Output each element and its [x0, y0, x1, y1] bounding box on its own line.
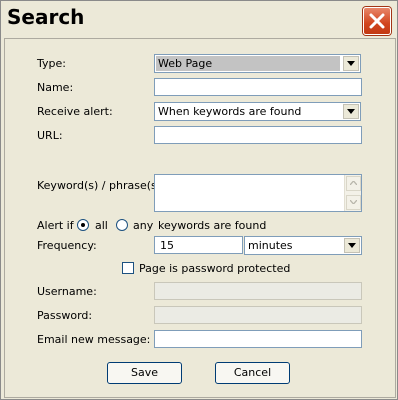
alert-any-label[interactable]: any	[133, 219, 153, 232]
form-panel: Type: Web Page Name: Receive alert: When…	[4, 38, 396, 398]
alert-all-label[interactable]: all	[95, 219, 108, 232]
alert-if-label: Alert if	[37, 219, 74, 232]
username-label: Username:	[37, 285, 97, 298]
cancel-button[interactable]: Cancel	[215, 362, 290, 384]
receive-alert-value: When keywords are found	[158, 105, 302, 118]
username-field	[154, 282, 362, 300]
url-label: URL:	[37, 129, 63, 142]
keywords-label: Keyword(s) / phrase(s):	[37, 179, 165, 192]
name-field[interactable]	[154, 78, 362, 96]
frequency-unit-dropdown-button[interactable]	[344, 238, 360, 253]
alert-suffix-label: keywords are found	[158, 219, 267, 232]
password-protected-label[interactable]: Page is password protected	[139, 262, 290, 275]
chevron-down-icon	[350, 200, 357, 204]
url-field[interactable]	[154, 126, 362, 144]
frequency-label: Frequency:	[37, 239, 97, 252]
frequency-unit-value: minutes	[248, 239, 293, 252]
dialog-title: Search	[7, 5, 85, 29]
scroll-down-button[interactable]	[346, 195, 361, 210]
chevron-down-icon	[347, 109, 355, 114]
email-label: Email new message:	[37, 333, 151, 346]
type-label: Type:	[37, 57, 66, 70]
frequency-input[interactable]: 15	[154, 236, 243, 254]
type-select-value: Web Page	[156, 56, 340, 71]
frequency-unit-select[interactable]: minutes	[244, 236, 362, 255]
receive-alert-dropdown-button[interactable]	[343, 104, 359, 119]
receive-alert-select[interactable]: When keywords are found	[154, 102, 361, 121]
email-field[interactable]	[154, 330, 362, 348]
keywords-scrollbar[interactable]	[344, 175, 361, 211]
save-button[interactable]: Save	[107, 362, 182, 384]
radio-selected-dot	[81, 223, 85, 227]
title-bar[interactable]: Search	[1, 1, 397, 35]
search-dialog: Search Type: Web Page Name: Receive aler…	[0, 0, 398, 400]
password-protected-checkbox[interactable]	[122, 262, 134, 274]
type-dropdown-button[interactable]	[343, 56, 359, 71]
name-label: Name:	[37, 81, 74, 94]
keywords-textarea[interactable]	[154, 174, 362, 212]
alert-any-radio[interactable]	[116, 219, 128, 231]
chevron-up-icon	[350, 181, 357, 185]
chevron-down-icon	[348, 243, 356, 248]
close-icon	[369, 13, 385, 29]
alert-all-radio[interactable]	[77, 219, 89, 231]
close-button[interactable]	[363, 7, 391, 35]
chevron-down-icon	[347, 61, 355, 66]
password-label: Password:	[37, 309, 93, 322]
scroll-up-button[interactable]	[346, 176, 361, 191]
frequency-value: 15	[160, 239, 174, 252]
password-field	[154, 306, 362, 324]
type-select[interactable]: Web Page	[154, 54, 361, 73]
receive-alert-label: Receive alert:	[37, 105, 113, 118]
